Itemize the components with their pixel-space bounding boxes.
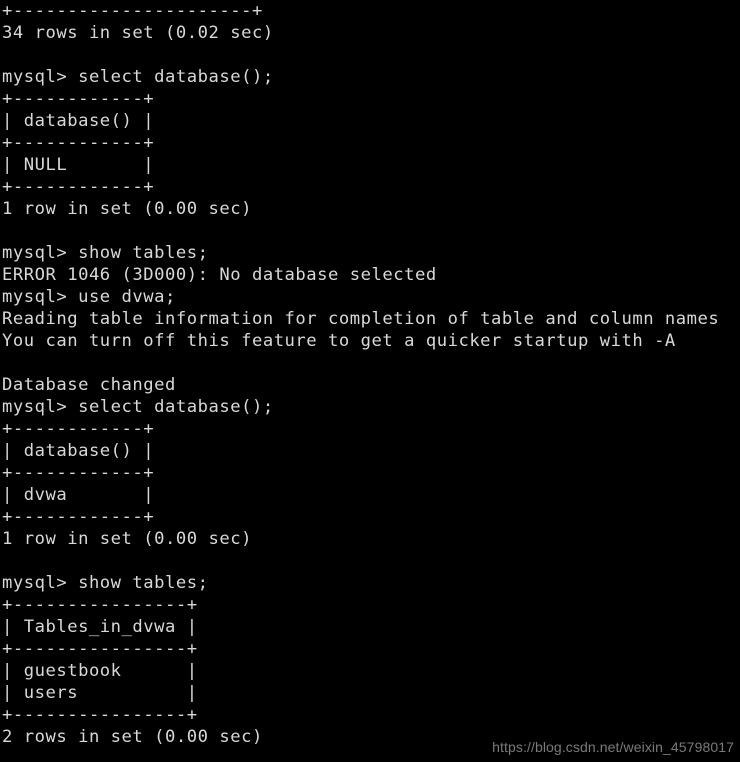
- terminal-line: +----------------+: [2, 639, 198, 659]
- terminal-line: +------------+: [2, 89, 155, 109]
- terminal-line: 1 row in set (0.00 sec): [2, 529, 252, 549]
- terminal-line: mysql> select database();: [2, 397, 274, 417]
- terminal-line: mysql> show tables;: [2, 243, 209, 263]
- terminal-output[interactable]: +----------------------+ 34 rows in set (…: [0, 0, 740, 762]
- terminal-line: +----------------------+: [2, 1, 263, 21]
- terminal-line: | database() |: [2, 441, 155, 461]
- terminal-line: | users |: [2, 683, 198, 703]
- terminal-line: +------------+: [2, 177, 155, 197]
- terminal-line: | guestbook |: [2, 661, 198, 681]
- terminal-line: mysql> use dvwa;: [2, 287, 176, 307]
- terminal-line: Reading table information for completion…: [2, 309, 720, 329]
- terminal-line: 1 row in set (0.00 sec): [2, 199, 252, 219]
- terminal-line: 34 rows in set (0.02 sec): [2, 23, 274, 43]
- terminal-line: | NULL |: [2, 155, 155, 175]
- terminal-line: +------------+: [2, 133, 155, 153]
- terminal-line: +------------+: [2, 463, 155, 483]
- terminal-line: +------------+: [2, 507, 155, 527]
- terminal-line: | database() |: [2, 111, 155, 131]
- terminal-line: mysql> show tables;: [2, 573, 209, 593]
- terminal-line: You can turn off this feature to get a q…: [2, 331, 676, 351]
- terminal-line: | dvwa |: [2, 485, 155, 505]
- terminal-line: +----------------+: [2, 705, 198, 725]
- watermark-text: https://blog.csdn.net/weixin_45798017: [492, 739, 734, 755]
- terminal-line: mysql> select database();: [2, 67, 274, 87]
- terminal-line: ERROR 1046 (3D000): No database selected: [2, 265, 437, 285]
- terminal-line: +------------+: [2, 419, 155, 439]
- terminal-line: Database changed: [2, 375, 176, 395]
- terminal-line: | Tables_in_dvwa |: [2, 617, 198, 637]
- terminal-line: +----------------+: [2, 595, 198, 615]
